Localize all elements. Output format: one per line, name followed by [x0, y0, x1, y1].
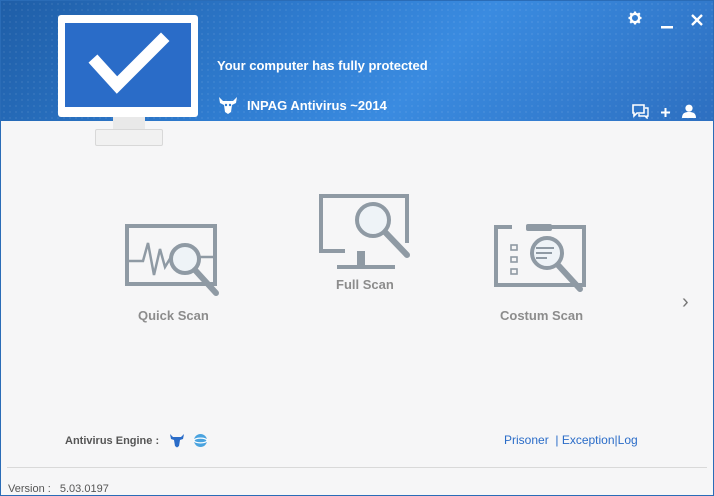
- close-button[interactable]: [691, 13, 703, 31]
- bull-engine-icon: [170, 434, 184, 448]
- full-scan-button[interactable]: Full Scan: [315, 191, 415, 296]
- full-scan-label: Full Scan: [336, 277, 394, 292]
- checkmark-icon: [88, 32, 170, 94]
- monitor-neck: [113, 117, 145, 129]
- custom-scan-button[interactable]: Costum Scan: [492, 223, 592, 333]
- custom-scan-label: Costum Scan: [500, 308, 584, 323]
- user-icon: [682, 104, 696, 118]
- link-separator: |: [552, 433, 562, 447]
- next-page-arrow[interactable]: ›: [682, 291, 689, 314]
- exception-link[interactable]: Exception: [562, 433, 615, 447]
- log-link[interactable]: Log: [618, 433, 638, 447]
- engine-logo-globe[interactable]: [193, 433, 208, 453]
- close-icon: [691, 14, 703, 26]
- gear-icon: [628, 11, 642, 25]
- product-title: INPAG Antivirus ~2014: [217, 95, 387, 115]
- full-scan-icon: [319, 194, 410, 269]
- minimize-button[interactable]: [661, 17, 673, 35]
- antivirus-engine-label: Antivirus Engine :: [65, 435, 160, 447]
- chat-icon: [632, 104, 649, 120]
- monitor-base: [95, 129, 163, 146]
- quick-scan-label: Quick Scan: [138, 308, 209, 323]
- feedback-button[interactable]: [632, 104, 649, 124]
- quick-scan-icon: [125, 224, 219, 296]
- settings-button[interactable]: [628, 11, 642, 30]
- protection-status-monitor: [58, 15, 198, 117]
- custom-scan-icon: [494, 224, 586, 292]
- globe-engine-icon: [193, 434, 208, 447]
- app-window: Your computer has fully protected INPAG …: [0, 0, 714, 496]
- footer-links: Prisoner | Exception|Log: [504, 433, 638, 447]
- minimize-icon: [661, 26, 673, 29]
- version-value: 5.03.0197: [59, 483, 109, 495]
- engine-logo-bull[interactable]: [169, 432, 185, 453]
- version-label: Version :: [8, 483, 51, 495]
- prisoner-link[interactable]: Prisoner: [504, 433, 549, 447]
- account-button[interactable]: [681, 104, 697, 123]
- add-button[interactable]: [660, 105, 671, 123]
- add-icon: [661, 108, 670, 117]
- monitor-screen: [65, 23, 191, 107]
- footer-divider: [7, 467, 707, 468]
- product-name: INPAG Antivirus ~2014: [247, 97, 387, 113]
- version-info: Version : 5.03.0197: [8, 483, 109, 495]
- bull-logo-icon: [219, 97, 237, 114]
- quick-scan-button[interactable]: Quick Scan: [123, 223, 223, 333]
- protection-status-title: Your computer has fully protected: [217, 58, 428, 73]
